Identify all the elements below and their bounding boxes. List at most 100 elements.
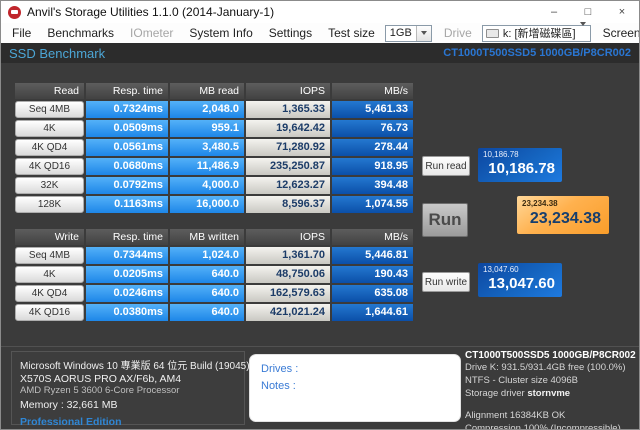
mb-read-value: 2,048.0 [170, 101, 244, 118]
run-read-button[interactable]: Run read [422, 156, 470, 176]
drives-notes-box[interactable]: Drives : Notes : [249, 354, 461, 422]
read-test-button[interactable]: 128K [15, 196, 84, 213]
mb-read-value: 3,480.5 [170, 139, 244, 156]
write-score-small: 13,047.60 [483, 265, 519, 274]
read-table: Read Resp. time MB read IOPS MB/s Seq 4M… [15, 83, 413, 213]
menu-benchmarks[interactable]: Benchmarks [40, 26, 121, 40]
disk-driver-prefix: Storage driver [465, 388, 528, 400]
window-title: Anvil's Storage Utilities 1.1.0 (2014-Ja… [27, 5, 275, 19]
cpu-name: AMD Ryzen 5 3600 6-Core Processor [20, 385, 180, 396]
mbs-header-cell: MB/s [332, 229, 413, 245]
benchmark-header: SSD Benchmark CT1000T500SSD5 1000GB/P8CR… [1, 43, 639, 63]
iops-value: 12,623.27 [246, 177, 330, 194]
resp-time-value: 0.7344ms [86, 247, 168, 264]
total-score-value: 23,234.38 [529, 210, 601, 227]
iops-value: 48,750.06 [246, 266, 330, 283]
write-test-button[interactable]: Seq 4MB [15, 247, 84, 264]
test-size-label: Test size [328, 26, 375, 40]
read-test-button[interactable]: 4K QD4 [15, 139, 84, 156]
mbs-value: 5,461.33 [332, 101, 413, 118]
read-test-button[interactable]: 4K [15, 120, 84, 137]
mb-written-header-cell: MB written [170, 229, 244, 245]
mbs-value: 76.73 [332, 120, 413, 137]
resp-time-value: 0.0680ms [86, 158, 168, 175]
mbs-value: 394.48 [332, 177, 413, 194]
close-icon[interactable]: × [605, 1, 639, 23]
read-header-cell: Read [15, 83, 84, 99]
resp-time-value: 0.1163ms [86, 196, 168, 213]
run-write-button[interactable]: Run write [422, 272, 470, 292]
mb-read-value: 16,000.0 [170, 196, 244, 213]
memory-size: Memory : 32,661 MB [20, 399, 118, 411]
menu-file[interactable]: File [5, 26, 38, 40]
total-score-small: 23,234.38 [522, 199, 558, 208]
read-score-value: 10,186.78 [488, 160, 555, 177]
run-button[interactable]: Run [422, 203, 468, 237]
resp-time-value: 0.7324ms [86, 101, 168, 118]
mb-written-value: 1,024.0 [170, 247, 244, 264]
iops-value: 71,280.92 [246, 139, 330, 156]
mbs-value: 5,446.81 [332, 247, 413, 264]
disk-driver-name: stornvme [527, 388, 571, 400]
chevron-down-icon [579, 22, 586, 40]
title-bar: Anvil's Storage Utilities 1.1.0 (2014-Ja… [1, 1, 639, 23]
test-size-dropdown-button[interactable] [415, 25, 431, 41]
maximize-icon[interactable]: □ [571, 1, 605, 23]
resp-time-value: 0.0246ms [86, 285, 168, 302]
iops-value: 1,361.70 [246, 247, 330, 264]
disk-capacity: Drive K: 931.5/931.4GB free (100.0%) [465, 362, 626, 373]
iops-value: 19,642.42 [246, 120, 330, 137]
menu-bar: File Benchmarks IOmeter System Info Sett… [1, 22, 639, 43]
disk-compression: Compression 100% (Incompressible) [465, 423, 621, 430]
read-test-button[interactable]: 32K [15, 177, 84, 194]
mbs-value: 190.43 [332, 266, 413, 283]
mbs-value: 278.44 [332, 139, 413, 156]
write-test-button[interactable]: 4K [15, 266, 84, 283]
write-test-button[interactable]: 4K QD16 [15, 304, 84, 321]
read-test-button[interactable]: Seq 4MB [15, 101, 84, 118]
mb-read-value: 4,000.0 [170, 177, 244, 194]
chevron-down-icon [420, 31, 427, 35]
read-test-button[interactable]: 4K QD16 [15, 158, 84, 175]
disk-alignment: Alignment 16384KB OK [465, 410, 566, 422]
disk-model: CT1000T500SSD5 1000GB/P8CR002 [465, 350, 636, 361]
app-window: Anvil's Storage Utilities 1.1.0 (2014-Ja… [0, 0, 640, 430]
minimize-icon[interactable]: – [537, 1, 571, 23]
resp-time-header-cell: Resp. time [86, 229, 168, 245]
disk-info-panel: CT1000T500SSD5 1000GB/P8CR002 Drive K: 9… [465, 350, 639, 430]
drive-dropdown-button[interactable] [579, 22, 590, 40]
anvil-icon [11, 10, 18, 14]
drive-select[interactable]: k: [新增磁碟區] [481, 22, 591, 42]
disk-driver: Storage driver stornvme [465, 387, 639, 400]
edition-label: Professional Edition [20, 416, 122, 428]
mbs-value: 918.95 [332, 158, 413, 175]
iops-header-cell: IOPS [246, 83, 330, 99]
write-header-cell: Write [15, 229, 84, 245]
menu-screenshot[interactable]: Screenshot [596, 26, 639, 40]
write-test-button[interactable]: 4K QD4 [15, 285, 84, 302]
menu-system-info[interactable]: System Info [182, 26, 259, 40]
resp-time-value: 0.0792ms [86, 177, 168, 194]
mb-written-value: 640.0 [170, 266, 244, 283]
resp-time-value: 0.0205ms [86, 266, 168, 283]
iops-value: 235,250.87 [246, 158, 330, 175]
mbs-value: 635.08 [332, 285, 413, 302]
mbs-header-cell: MB/s [332, 83, 413, 99]
notes-label: Notes : [261, 380, 296, 393]
iops-value: 162,579.63 [246, 285, 330, 302]
mb-read-value: 959.1 [170, 120, 244, 137]
disk-filesystem: NTFS - Cluster size 4096B [465, 375, 578, 387]
menu-settings[interactable]: Settings [262, 26, 319, 40]
motherboard: X570S AORUS PRO AX/F6b, AM4 [20, 373, 182, 385]
total-score-box: 23,234.38 23,234.38 [517, 196, 609, 234]
test-size-select[interactable]: 1GB [384, 24, 432, 42]
footer: Microsoft Windows 10 專業版 64 位元 Build (19… [1, 346, 639, 429]
menu-iometer: IOmeter [130, 26, 174, 40]
mb-read-header-cell: MB read [170, 83, 244, 99]
read-score-small: 10,186.78 [483, 150, 519, 159]
mbs-value: 1,644.61 [332, 304, 413, 321]
write-score-box: 13,047.60 13,047.60 [478, 263, 562, 297]
iops-value: 1,365.33 [246, 101, 330, 118]
mbs-value: 1,074.55 [332, 196, 413, 213]
